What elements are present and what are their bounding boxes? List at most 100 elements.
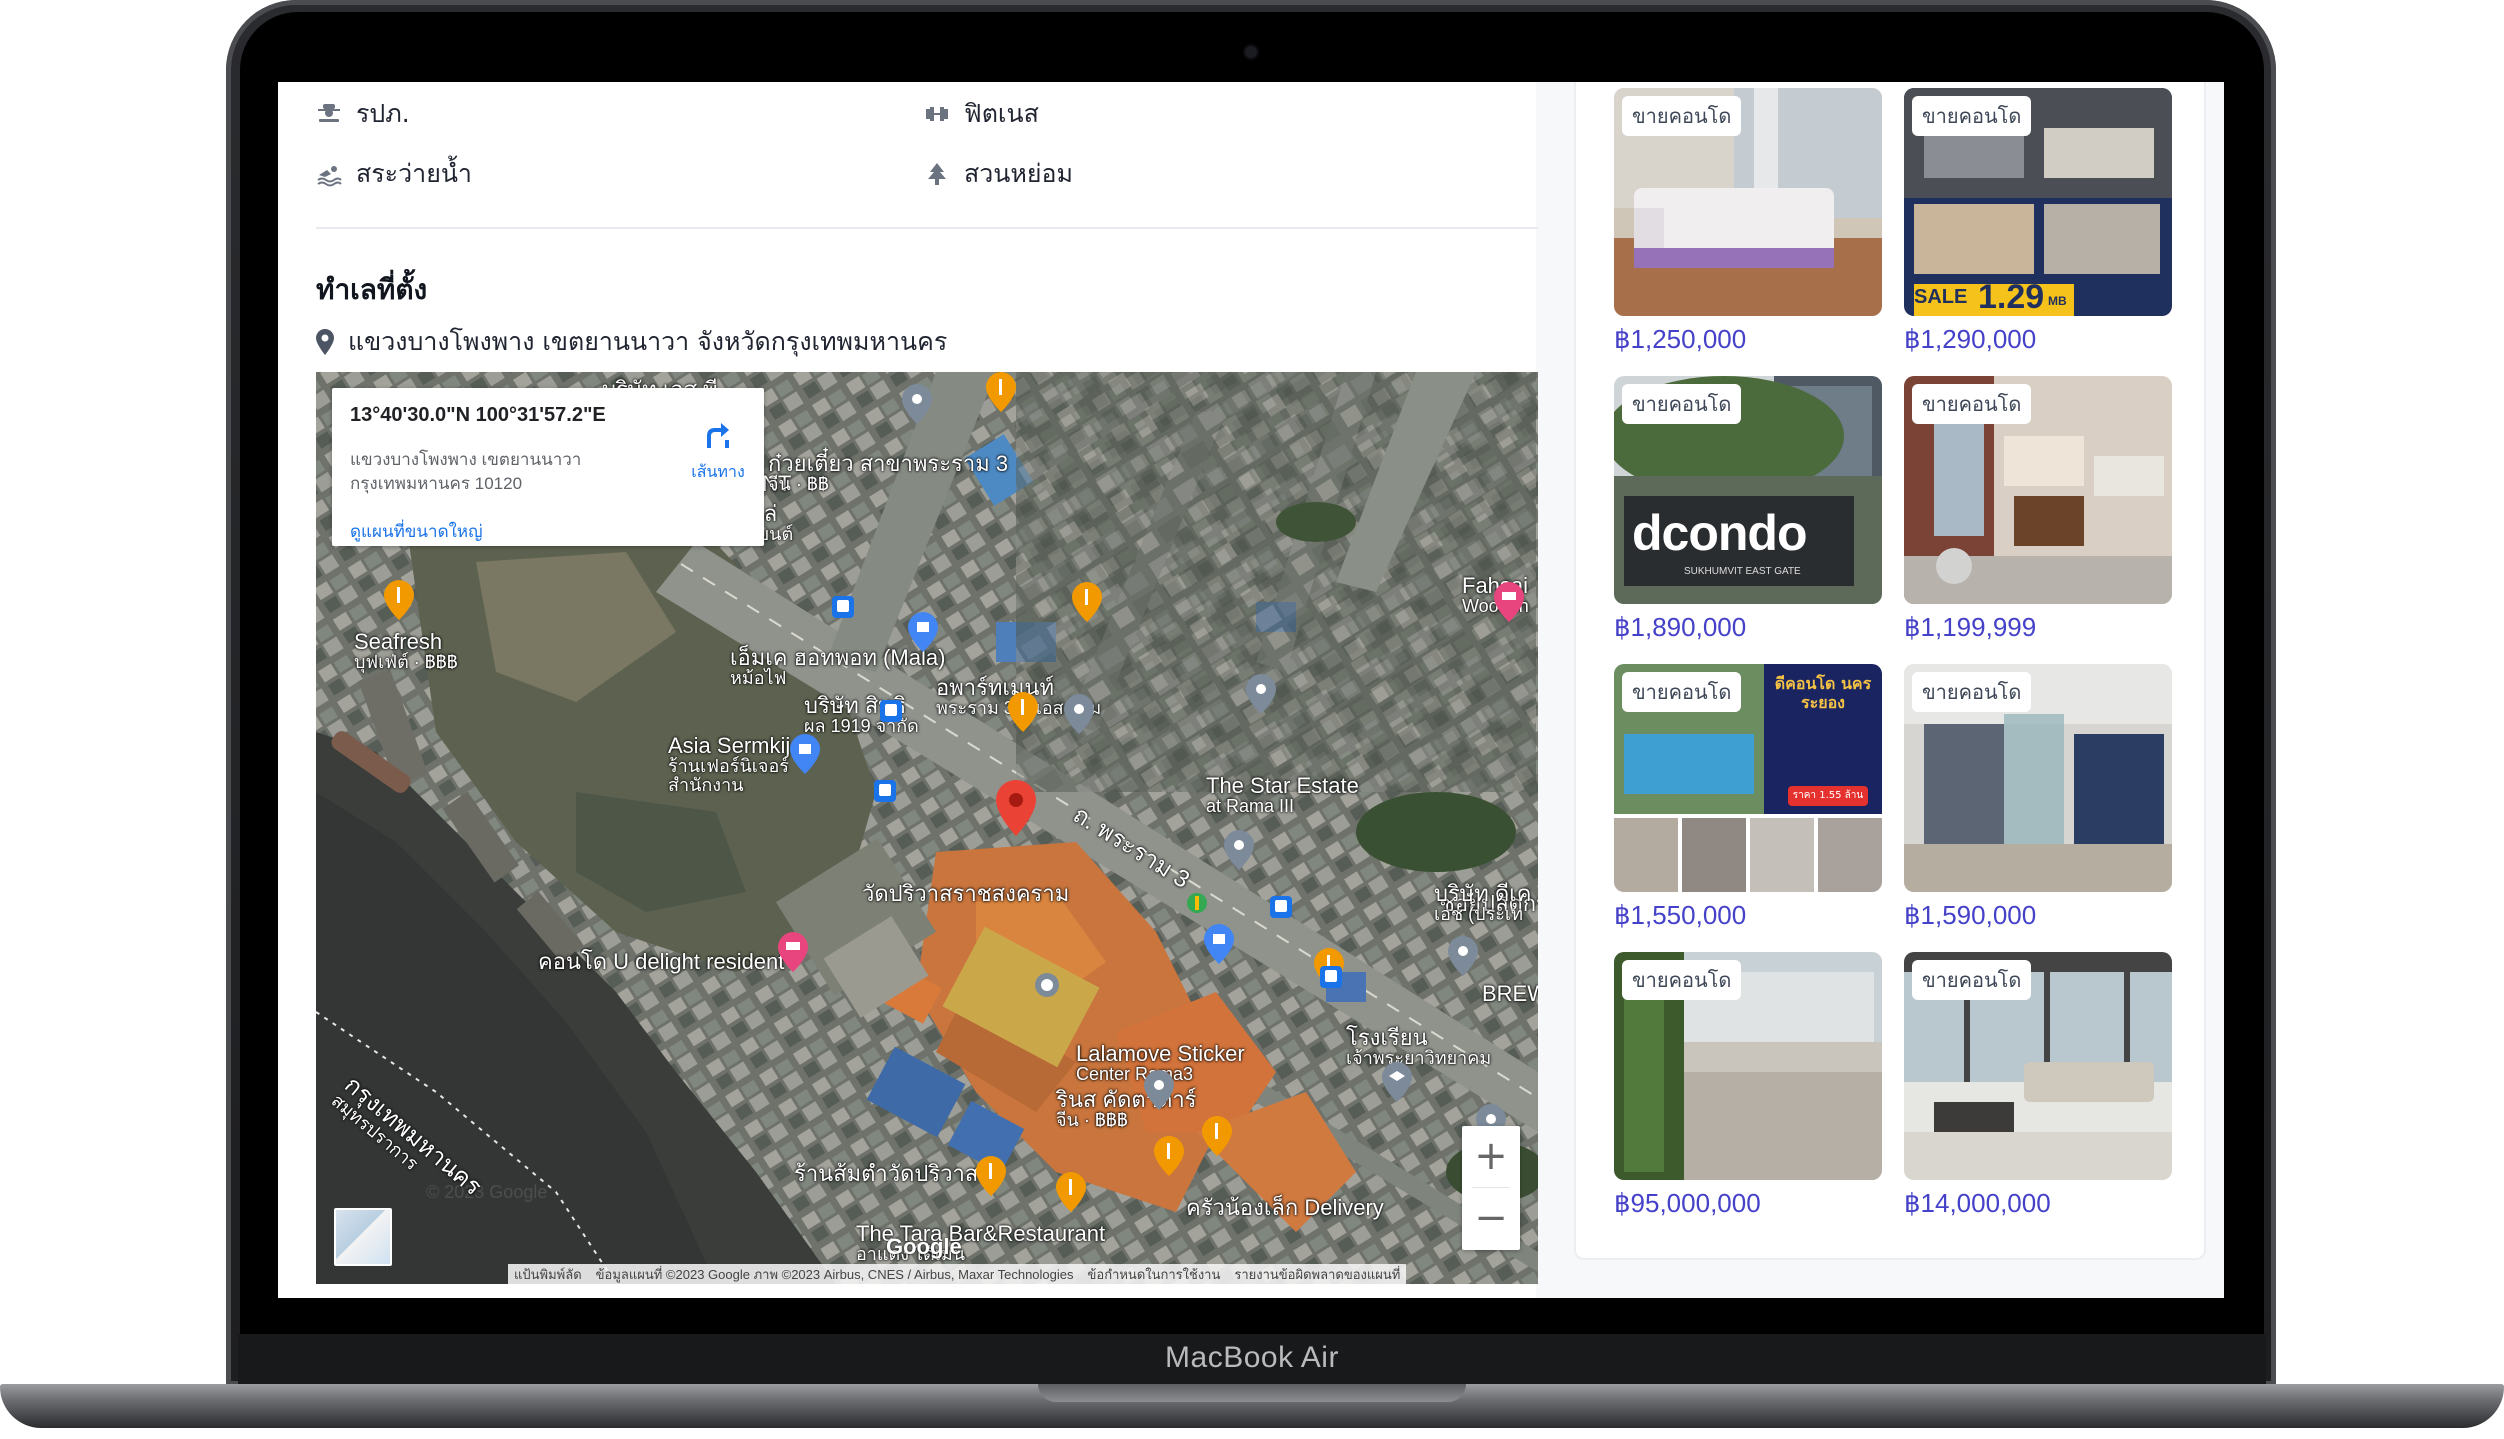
- listing-tag: ขายคอนโด: [1912, 960, 2032, 1000]
- device-model-label: MacBook Air: [1165, 1341, 1339, 1374]
- restaurant-pin-icon[interactable]: [1008, 692, 1038, 732]
- listing-price: ฿1,550,000: [1614, 900, 1747, 930]
- directions-icon: [707, 423, 729, 448]
- map-layer-toggle[interactable]: [334, 1208, 392, 1266]
- shop-pin-icon[interactable]: [790, 734, 820, 774]
- place-pin-icon[interactable]: [1224, 830, 1254, 870]
- map-place-label: ครัวน้องเล็ก Delivery: [1186, 1195, 1384, 1220]
- sale-banner-photo[interactable]: ขายคอนโด SALE 1.29 MB: [1904, 88, 2172, 316]
- listing-price: ฿1,250,000: [1614, 324, 1747, 354]
- bus-stop-icon[interactable]: [1320, 966, 1342, 988]
- amenity-label: รปภ.: [356, 99, 410, 128]
- place-pin-icon[interactable]: [1448, 936, 1478, 976]
- hotel-pin-icon[interactable]: [1494, 582, 1524, 622]
- terms-link[interactable]: ข้อกำหนดในการใช้งาน: [1088, 1264, 1221, 1285]
- map-place-label: เอ็มเค ฮอทพอท (Mala) หม้อไฟ: [730, 645, 946, 689]
- directions-button[interactable]: เส้นทาง: [678, 418, 758, 485]
- shop-pin-icon[interactable]: [908, 612, 938, 652]
- laptop-notch: [1038, 1384, 1466, 1402]
- temple-icon[interactable]: [1032, 970, 1062, 1004]
- location-pin-icon[interactable]: [996, 780, 1036, 836]
- sale-price: 1.29: [1978, 278, 2045, 316]
- restaurant-pin-icon[interactable]: [976, 1156, 1006, 1196]
- directions-label: เส้นทาง: [691, 464, 745, 481]
- view-larger-map-link[interactable]: ดูแผนที่ขนาดใหญ่: [350, 518, 483, 545]
- courtyard-photo[interactable]: ขายคอนโด: [1614, 952, 1882, 1180]
- location-address: แขวงบางโพงพาง เขตยานนาวา จังหวัดกรุงเทพม…: [316, 322, 947, 362]
- map-place-label: โรงเรียน เจ้าพระยาวิทยาคม: [1346, 1025, 1492, 1069]
- school-pin-icon[interactable]: [1382, 1062, 1412, 1102]
- listing-price: ฿95,000,000: [1614, 1188, 1761, 1218]
- bus-stop-icon[interactable]: [832, 596, 854, 618]
- listing-price: ฿1,590,000: [1904, 900, 2037, 930]
- camera-icon: [1245, 46, 1257, 58]
- map-attribution-bar: แป้นพิมพ์ลัด ข้อมูลแผนที่ ©2023 Google ภ…: [508, 1264, 1407, 1285]
- dining-room-photo[interactable]: ขายคอนโด: [1904, 376, 2172, 604]
- amenity-fitness: ฟิตเนส: [924, 94, 1039, 134]
- amenity-label: ฟิตเนส: [964, 99, 1039, 128]
- zoom-out-button[interactable]: −: [1462, 1188, 1520, 1248]
- keyboard-shortcuts-link[interactable]: แป้นพิมพ์ลัด: [514, 1264, 582, 1285]
- bus-stop-icon[interactable]: [874, 780, 896, 802]
- map-place-label: ร้านส้มตำวัดปริวาส: [794, 1161, 979, 1186]
- report-error-link[interactable]: รายงานข้อผิดพลาดของแผนที่: [1234, 1264, 1400, 1285]
- place-pin-icon[interactable]: [902, 384, 932, 424]
- restaurant-pin-icon[interactable]: [1154, 1136, 1184, 1176]
- living-room-photo[interactable]: ขายคอนโด: [1904, 664, 2172, 892]
- shop-pin-icon[interactable]: [1204, 924, 1234, 964]
- security-guard-icon: [316, 101, 342, 127]
- zoom-in-button[interactable]: +: [1462, 1126, 1520, 1186]
- map-place-label: ก๋วยเตี๋ยว สาขาพระราม 3 จีน · ฿฿: [768, 451, 1009, 495]
- listing-price: ฿1,290,000: [1904, 324, 2037, 354]
- restaurant-pin-icon[interactable]: [1056, 1172, 1086, 1212]
- transit-icon[interactable]: [1186, 892, 1208, 914]
- place-address: แขวงบางโพงพาง เขตยานนาวา กรุงเทพมหานคร 1…: [350, 450, 582, 493]
- listing-price: ฿14,000,000: [1904, 1188, 2051, 1218]
- listing-tag: ขายคอนโด: [1622, 96, 1742, 136]
- hotel-pin-icon[interactable]: [778, 932, 808, 972]
- lounge-photo[interactable]: ขายคอนโด: [1904, 952, 2172, 1180]
- listing-card[interactable]: ขายคอนโด SALE 1.29 MB ฿1,290,000: [1904, 88, 2172, 355]
- restaurant-pin-icon[interactable]: [1202, 1116, 1232, 1156]
- listing-card[interactable]: ขายคอนโด ฿1,590,000: [1904, 664, 2172, 931]
- screen: รปภ. ฟิตเนส สระว่ายน้ำ สวนหย่อม ทำเลที่ต…: [278, 82, 2224, 1298]
- place-pin-icon[interactable]: [1064, 694, 1094, 734]
- listing-card[interactable]: ขายคอนโด ดีคอนโด นคร ระยอง ราคา 1.55 ล้า…: [1614, 664, 1882, 931]
- amenity-label: สระว่ายน้ำ: [356, 159, 472, 188]
- restaurant-pin-icon[interactable]: [986, 372, 1016, 412]
- map-place-label: Asia Sermkij ร้านเฟอร์นิเจอร์ สำนักงาน: [668, 733, 791, 795]
- map-place-label: Seafresh บุฟเฟ่ต์ · ฿฿฿: [354, 629, 458, 673]
- listing-card[interactable]: ขายคอนโด ฿95,000,000: [1614, 952, 1882, 1219]
- building-sign-sub: SUKHUMVIT EAST GATE: [1684, 566, 1801, 577]
- map-place-label: The Star Estate at Rama III: [1206, 773, 1359, 817]
- bedroom-photo[interactable]: ขายคอนโด: [1614, 88, 1882, 316]
- map-place-label: BREW: [1482, 981, 1538, 1006]
- map-place-label: คอนโด U delight resident: [538, 949, 785, 974]
- listing-card[interactable]: ขายคอนโด dcondo SUKHUMVIT EAST GATE ฿1,8…: [1614, 376, 1882, 643]
- bus-stop-icon[interactable]: [1270, 896, 1292, 918]
- listing-price: ฿1,199,999: [1904, 612, 2037, 642]
- listing-card[interactable]: ขายคอนโด ฿14,000,000: [1904, 952, 2172, 1219]
- place-pin-icon[interactable]: [1246, 674, 1276, 714]
- building-sign-photo[interactable]: ขายคอนโด dcondo SUKHUMVIT EAST GATE: [1614, 376, 1882, 604]
- promo-title: ดีคอนโด นคร ระยอง: [1774, 674, 1872, 713]
- listing-tag: ขายคอนโด: [1912, 672, 2032, 712]
- sale-badge: SALE: [1914, 286, 1968, 308]
- bus-stop-icon[interactable]: [880, 700, 902, 722]
- zoom-control: + −: [1462, 1126, 1520, 1250]
- swimming-icon: [316, 161, 342, 187]
- map-place-label: บริษัท ดีเค เอช (ประเท: [1434, 881, 1532, 925]
- listing-tag: ขายคอนโด: [1622, 960, 1742, 1000]
- pool-collage-photo[interactable]: ขายคอนโด ดีคอนโด นคร ระยอง ราคา 1.55 ล้า…: [1614, 664, 1882, 892]
- listing-card[interactable]: ขายคอนโด ฿1,199,999: [1904, 376, 2172, 643]
- place-pin-icon[interactable]: [1144, 1070, 1174, 1110]
- restaurant-pin-icon[interactable]: [1072, 582, 1102, 622]
- place-info-card: 13°40'30.0"N 100°31'57.2"E แขวงบางโพงพาง…: [332, 388, 764, 546]
- amenity-pool: สระว่ายน้ำ: [316, 154, 472, 194]
- listing-price: ฿1,890,000: [1614, 612, 1747, 642]
- listing-card[interactable]: ขายคอนโด ฿1,250,000: [1614, 88, 1882, 355]
- restaurant-pin-icon[interactable]: [384, 580, 414, 620]
- google-map[interactable]: © 2023 Google บริษัท เอส.พีอินเตอร์เน ร์…: [316, 372, 1538, 1284]
- related-listings-panel: ขายคอนโด ฿1,250,000 ขายคอนโด SALE 1.29 M…: [1574, 82, 2206, 1260]
- dumbbell-icon: [924, 101, 950, 127]
